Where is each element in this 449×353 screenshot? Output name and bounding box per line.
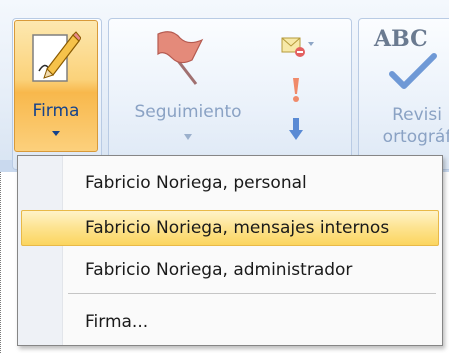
abc-label: ABC	[374, 26, 428, 52]
firma-label: Firma	[32, 101, 80, 121]
seguimiento-group	[108, 18, 352, 170]
importance-high-icon[interactable]	[290, 76, 302, 104]
importance-low-icon[interactable]	[288, 116, 304, 142]
revision-button[interactable]: Revisi ortográf	[362, 104, 449, 148]
signature-dropdown-menu: Fabricio Noriega, personal Fabricio Nori…	[17, 155, 443, 346]
menu-item-signature-internal[interactable]: Fabricio Noriega, mensajes internos	[21, 210, 439, 246]
signature-pencil-icon	[32, 31, 81, 82]
spelling-check-icon	[389, 53, 437, 89]
mail-options-icon[interactable]	[280, 34, 314, 58]
chevron-down-icon	[52, 131, 60, 136]
menu-item-label: Firma...	[85, 312, 149, 332]
menu-item-signature-admin[interactable]: Fabricio Noriega, administrador	[21, 252, 439, 288]
menu-item-signature-personal[interactable]: Fabricio Noriega, personal	[21, 165, 439, 201]
menu-separator	[68, 293, 436, 294]
revision-label-line2: ortográf	[382, 127, 449, 147]
menu-item-label: Fabricio Noriega, mensajes internos	[85, 218, 390, 238]
menu-item-signatures-dialog[interactable]: Firma...	[21, 304, 439, 340]
chevron-down-icon	[184, 134, 192, 140]
menu-item-label: Fabricio Noriega, personal	[85, 173, 307, 193]
menu-item-label: Fabricio Noriega, administrador	[85, 260, 353, 280]
follow-up-flag-icon	[157, 31, 204, 85]
seguimiento-button[interactable]: Seguimiento	[118, 102, 258, 122]
revision-label-line1: Revisi	[392, 105, 442, 125]
firma-button[interactable]: Firma	[14, 20, 98, 152]
ribbon: Firma Seguimiento ABC Revisi ortográf	[0, 0, 449, 172]
